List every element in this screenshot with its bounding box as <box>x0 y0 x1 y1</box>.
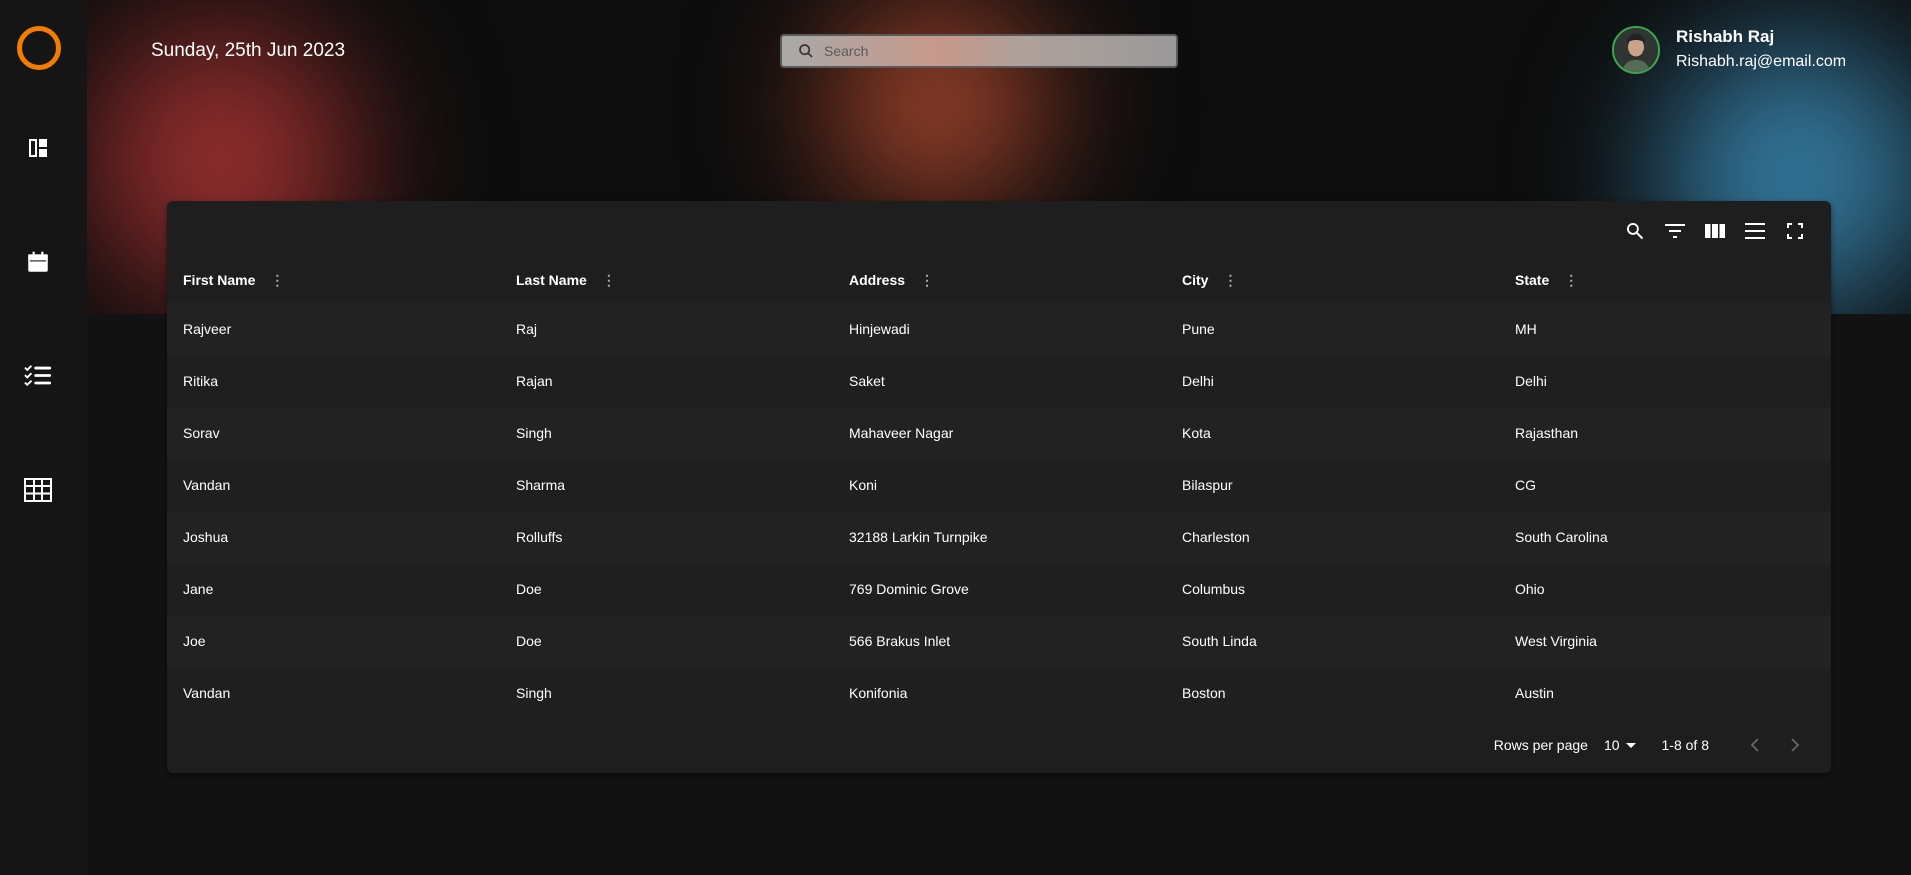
column-header-last-name: Last Name ⋮ <box>500 257 833 303</box>
column-label: Address <box>849 272 906 288</box>
column-label: First Name <box>183 272 256 288</box>
column-label: City <box>1182 272 1209 288</box>
table-cell: Saket <box>833 355 1166 407</box>
column-menu-icon[interactable]: ⋮ <box>1222 272 1238 289</box>
table-cell: Koni <box>833 459 1166 511</box>
rows-per-page-value: 10 <box>1603 737 1620 753</box>
user-name: Rishabh Raj <box>1676 27 1775 46</box>
fullscreen-icon[interactable] <box>1775 217 1815 245</box>
table-cell: Delhi <box>1499 355 1831 407</box>
table-cell: South Carolina <box>1499 511 1831 563</box>
columns-icon[interactable] <box>1695 217 1735 245</box>
filter-icon[interactable] <box>1655 217 1695 245</box>
chevron-left-icon <box>1750 738 1759 752</box>
table-cell: Rolluffs <box>500 511 833 563</box>
column-header-state: State ⋮ <box>1499 257 1831 303</box>
table-cell: Rajasthan <box>1499 407 1831 459</box>
table-cell: Singh <box>500 407 833 459</box>
table-row[interactable]: Sorav Singh Mahaveer Nagar Kota Rajasthan <box>167 407 1831 459</box>
column-menu-icon[interactable]: ⋮ <box>919 272 935 289</box>
column-header-city: City ⋮ <box>1166 257 1499 303</box>
table-row[interactable]: Rajveer Raj Hinjewadi Pune MH <box>167 303 1831 355</box>
search-input[interactable] <box>824 43 1144 59</box>
previous-page-button[interactable] <box>1735 729 1775 761</box>
logo-icon <box>17 26 61 70</box>
table-cell: Joshua <box>167 511 500 563</box>
column-menu-icon[interactable]: ⋮ <box>1563 272 1579 289</box>
table-row[interactable]: Vandan Sharma Koni Bilaspur CG <box>167 459 1831 511</box>
table-cell: Hinjewadi <box>833 303 1166 355</box>
table-header-row: First Name ⋮ Last Name ⋮ Address ⋮ City ⋮ St… <box>167 257 1831 303</box>
table-cell: Ritika <box>167 355 500 407</box>
rows-per-page-label: Rows per page <box>1493 737 1588 753</box>
table-cell: Austin <box>1499 667 1831 719</box>
table-cell: 566 Brakus Inlet <box>833 615 1166 667</box>
table-cell: CG <box>1499 459 1831 511</box>
pagination-range: 1-8 of 8 <box>1661 737 1709 753</box>
column-label: State <box>1515 272 1550 288</box>
table-cell: Charleston <box>1166 511 1499 563</box>
table-row[interactable]: Vandan Singh Konifonia Boston Austin <box>167 667 1831 719</box>
column-header-address: Address ⋮ <box>833 257 1166 303</box>
table-cell: Rajan <box>500 355 833 407</box>
dashboard-icon[interactable] <box>24 134 52 162</box>
table-cell: Doe <box>500 563 833 615</box>
table-cell: Delhi <box>1166 355 1499 407</box>
table-cell: Boston <box>1166 667 1499 719</box>
table-cell: Vandan <box>167 667 500 719</box>
table-body: Rajveer Raj Hinjewadi Pune MH Ritika Rajan Sak… <box>167 303 1831 719</box>
table-toolbar <box>1615 217 1815 245</box>
next-page-button[interactable] <box>1775 729 1815 761</box>
data-table: First Name ⋮ Last Name ⋮ Address ⋮ City ⋮ St… <box>167 257 1831 719</box>
current-date: Sunday, 25th Jun 2023 <box>151 40 346 61</box>
table-icon[interactable] <box>24 476 52 504</box>
table-cell: MH <box>1499 303 1831 355</box>
column-menu-icon[interactable]: ⋮ <box>269 272 285 289</box>
table-cell: Mahaveer Nagar <box>833 407 1166 459</box>
chevron-right-icon <box>1791 738 1800 752</box>
table-cell: Joe <box>167 615 500 667</box>
table-row[interactable]: Ritika Rajan Saket Delhi Delhi <box>167 355 1831 407</box>
table-cell: Vandan <box>167 459 500 511</box>
search-icon[interactable] <box>1615 217 1655 245</box>
column-label: Last Name <box>516 272 587 288</box>
table-cell: 32188 Larkin Turnpike <box>833 511 1166 563</box>
table-cell: 769 Dominic Grove <box>833 563 1166 615</box>
density-icon[interactable] <box>1735 217 1775 245</box>
table-cell: Jane <box>167 563 500 615</box>
table-cell: West Virginia <box>1499 615 1831 667</box>
column-menu-icon[interactable]: ⋮ <box>601 272 617 289</box>
table-cell: Sharma <box>500 459 833 511</box>
table-row[interactable]: Joshua Rolluffs 32188 Larkin Turnpike Charl… <box>167 511 1831 563</box>
caret-down-icon <box>1625 742 1636 748</box>
table-cell: Pune <box>1166 303 1499 355</box>
table-cell: Kota <box>1166 407 1499 459</box>
table-cell: Konifonia <box>833 667 1166 719</box>
user-email: Rishabh.raj@email.com <box>1676 53 1847 70</box>
checklist-icon[interactable] <box>24 362 52 390</box>
search-icon <box>799 44 813 58</box>
user-profile[interactable]: Rishabh Raj Rishabh.raj@email.com <box>1612 26 1846 74</box>
sidebar <box>0 0 87 875</box>
table-cell: Rajveer <box>167 303 500 355</box>
table-cell: Bilaspur <box>1166 459 1499 511</box>
data-table-card: First Name ⋮ Last Name ⋮ Address ⋮ City ⋮ St… <box>167 201 1831 773</box>
search-bar[interactable] <box>780 34 1178 68</box>
table-row[interactable]: Jane Doe 769 Dominic Grove Columbus Ohio <box>167 563 1831 615</box>
calendar-icon[interactable] <box>24 248 52 276</box>
table-cell: Doe <box>500 615 833 667</box>
table-cell: Singh <box>500 667 833 719</box>
pagination: Rows per page 10 1-8 of 8 <box>167 717 1831 773</box>
rows-per-page-select[interactable]: 10 <box>1604 737 1636 753</box>
table-cell: Columbus <box>1166 563 1499 615</box>
table-row[interactable]: Joe Doe 566 Brakus Inlet South Linda West Vi… <box>167 615 1831 667</box>
table-cell: Sorav <box>167 407 500 459</box>
column-header-first-name: First Name ⋮ <box>167 257 500 303</box>
table-cell: Ohio <box>1499 563 1831 615</box>
table-cell: Raj <box>500 303 833 355</box>
avatar[interactable] <box>1612 26 1660 74</box>
table-cell: South Linda <box>1166 615 1499 667</box>
